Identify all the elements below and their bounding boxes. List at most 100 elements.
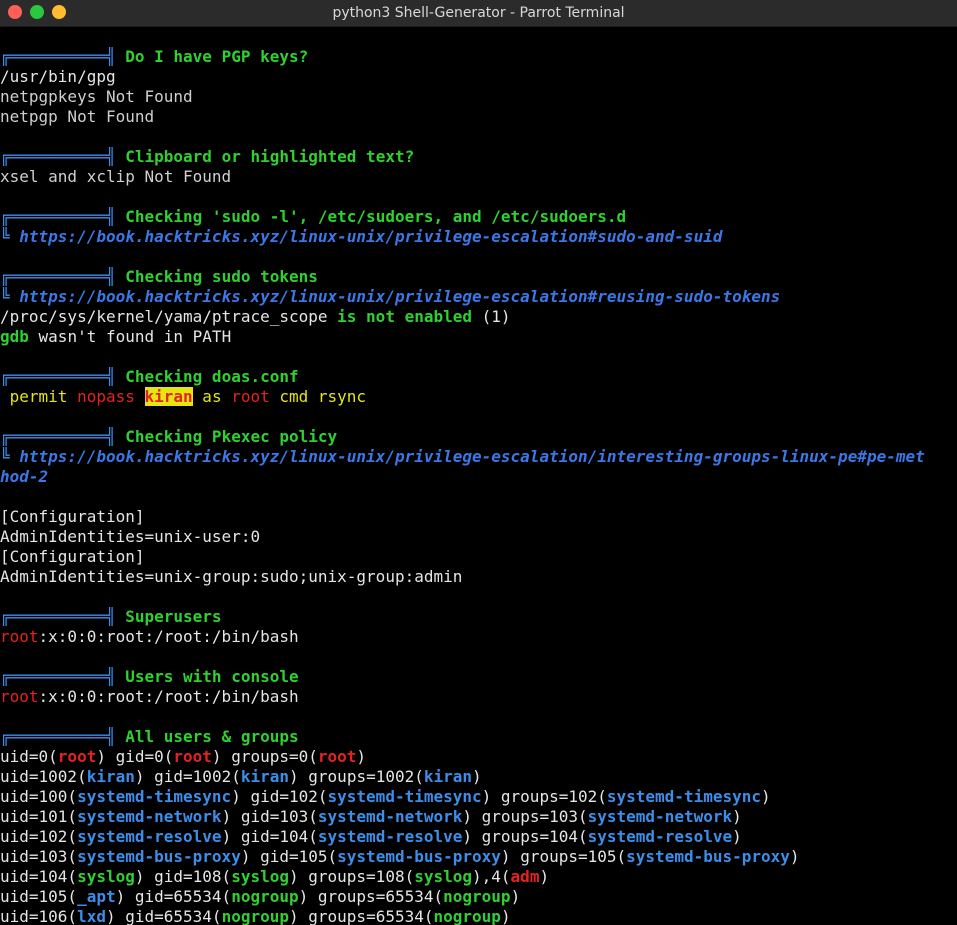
section-header-superusers: ╔══════════╣ Superusers — [0, 607, 957, 627]
section-title: Checking sudo tokens — [125, 267, 318, 286]
identity-name: systemd-timesync — [606, 787, 761, 806]
banner-glyph: ╔══════════╣ — [0, 147, 126, 166]
reference-line: ╚ https://book.hacktricks.xyz/linux-unix… — [0, 287, 957, 307]
reference-link[interactable]: https://book.hacktricks.xyz/linux-unix/p… — [19, 287, 780, 306]
identity-name: systemd-network — [317, 807, 463, 826]
section-header-doas: ╔══════════╣ Checking doas.conf — [0, 367, 957, 387]
root-user: root — [0, 627, 39, 646]
reference-link[interactable]: https://book.hacktricks.xyz/linux-unix/p… — [19, 447, 924, 466]
identity-text: ) gid=108( — [134, 867, 232, 886]
identity-name: systemd-bus-proxy — [626, 847, 790, 866]
banner-glyph: ╔══════════╣ — [0, 47, 126, 66]
ptrace-path: /proc/sys/kernel/yama/ptrace_scope — [0, 307, 328, 326]
section-header-pkexec: ╔══════════╣ Checking Pkexec policy — [0, 427, 957, 447]
section-header-sudo-tokens: ╔══════════╣ Checking sudo tokens — [0, 267, 957, 287]
banner-glyph: ╔══════════╣ — [0, 267, 126, 286]
doas-permit: permit — [0, 387, 78, 406]
reference-link[interactable]: https://book.hacktricks.xyz/linux-unix/p… — [19, 227, 722, 246]
section-header-clipboard: ╔══════════╣ Clipboard or highlighted te… — [0, 147, 957, 167]
identity-text: ) gid=104( — [221, 827, 318, 846]
identity-name: kiran — [240, 767, 290, 786]
identity-text: ) gid=0( — [96, 747, 174, 766]
identity-text: ) gid=1002( — [134, 767, 241, 786]
ptrace-line: /proc/sys/kernel/yama/ptrace_scope is no… — [0, 307, 957, 327]
identity-name: root — [57, 747, 97, 766]
passwd-line: root:x:0:0:root:/root:/bin/bash — [0, 687, 957, 707]
banner-glyph: ╔══════════╣ — [0, 727, 126, 746]
identity-text: uid=105( — [0, 887, 78, 906]
section-title: Clipboard or highlighted text? — [125, 147, 415, 166]
identity-text: ) gid=65534( — [115, 887, 232, 906]
doas-rule-line: permit nopass kiran as root cmd rsync — [0, 387, 957, 407]
identity-name: syslog — [231, 867, 289, 886]
section-header-pgp: ╔══════════╣ Do I have PGP keys? — [0, 47, 957, 67]
output-line: AdminIdentities=unix-group:sudo;unix-gro… — [0, 567, 463, 586]
identity-name: systemd-resolve — [77, 827, 222, 846]
identity-text: uid=1002( — [0, 767, 87, 786]
sub-glyph: ╚ — [0, 447, 20, 466]
identity-text: ) groups=103( — [462, 807, 588, 826]
identity-text: ) groups=105( — [500, 847, 627, 866]
identity-text: ) — [500, 907, 511, 925]
user-id-line: uid=103(systemd-bus-proxy) gid=105(syste… — [0, 847, 957, 867]
section-title: Users with console — [125, 667, 299, 686]
user-id-line: uid=106(lxd) gid=65534(nogroup) groups=6… — [0, 907, 957, 925]
identity-text: uid=102( — [0, 827, 78, 846]
terminal-output[interactable]: ╔══════════╣ Do I have PGP keys? /usr/bi… — [0, 27, 957, 925]
identity-name: systemd-timesync — [327, 787, 482, 806]
identity-name: syslog — [414, 867, 473, 886]
section-header-all-users: ╔══════════╣ All users & groups — [0, 727, 957, 747]
identity-name: systemd-network — [587, 807, 733, 826]
doas-as: as — [192, 387, 232, 406]
identity-text: ) groups=65534( — [289, 907, 434, 925]
banner-glyph: ╔══════════╣ — [0, 607, 126, 626]
output-line: netpgp Not Found — [0, 107, 155, 126]
output-line: /usr/bin/gpg — [0, 67, 116, 86]
section-header-console-users: ╔══════════╣ Users with console — [0, 667, 957, 687]
identity-text: uid=104( — [0, 867, 78, 886]
identity-text: ) — [510, 887, 521, 906]
section-title: All users & groups — [125, 727, 299, 746]
identity-name: kiran — [86, 767, 135, 786]
user-id-line: uid=104(syslog) gid=108(syslog) groups=1… — [0, 867, 957, 887]
user-id-line: uid=101(systemd-network) gid=103(systemd… — [0, 807, 957, 827]
doas-nopass: nopass — [77, 387, 135, 406]
user-id-line: uid=100(systemd-timesync) gid=102(system… — [0, 787, 957, 807]
window-title: python3 Shell-Generator - Parrot Termina… — [332, 5, 625, 21]
identity-name: kiran — [423, 767, 473, 786]
identity-name: systemd-resolve — [317, 827, 463, 846]
identity-name: nogroup — [231, 887, 299, 906]
identity-name: systemd-bus-proxy — [337, 847, 501, 866]
identity-text: uid=103( — [0, 847, 78, 866]
identity-text: ) — [732, 807, 742, 826]
banner-glyph: ╔══════════╣ — [0, 427, 126, 446]
identity-text: ) groups=104( — [462, 827, 588, 846]
reference-link-continued[interactable]: hod-2 — [0, 467, 48, 486]
identity-text: ),4( — [472, 867, 511, 886]
identity-name: syslog — [77, 867, 135, 886]
root-user: root — [0, 687, 39, 706]
user-id-line: uid=102(systemd-resolve) gid=104(systemd… — [0, 827, 957, 847]
identity-text: uid=106( — [0, 907, 78, 925]
reference-line: ╚ https://book.hacktricks.xyz/linux-unix… — [0, 447, 957, 467]
identity-text: ) gid=103( — [221, 807, 318, 826]
identity-text: uid=100( — [0, 787, 78, 806]
user-id-line: uid=1002(kiran) gid=1002(kiran) groups=1… — [0, 767, 957, 787]
output-line: AdminIdentities=unix-user:0 — [0, 527, 261, 546]
passwd-entry: :x:0:0:root:/root:/bin/bash — [38, 627, 299, 646]
identity-name: systemd-timesync — [77, 787, 232, 806]
banner-glyph: ╔══════════╣ — [0, 207, 126, 226]
banner-glyph: ╔══════════╣ — [0, 367, 126, 386]
user-id-line: uid=0(root) gid=0(root) groups=0(root) — [0, 747, 957, 767]
output-line: xsel and xclip Not Found — [0, 167, 232, 186]
identity-name: root — [173, 747, 212, 766]
identity-text: ) groups=0( — [211, 747, 318, 766]
gdb-status: wasn't found in PATH — [28, 327, 232, 346]
identity-text: ) — [789, 847, 800, 866]
